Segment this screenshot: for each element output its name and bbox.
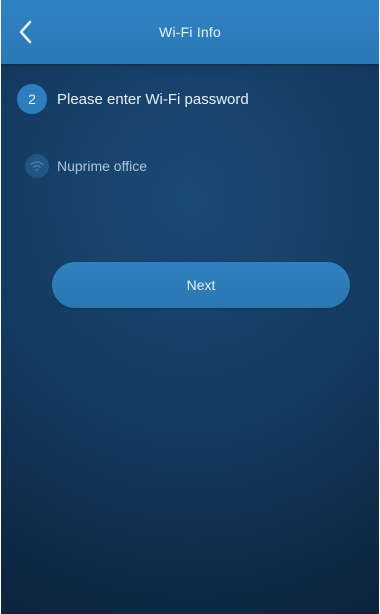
step-text: Please enter Wi-Fi password: [57, 90, 249, 108]
step-number-badge: 2: [17, 84, 47, 114]
step-instruction: 2 Please enter Wi-Fi password: [17, 84, 249, 114]
back-button[interactable]: [9, 14, 43, 50]
wifi-icon: [25, 154, 49, 178]
network-name: Nuprime office: [57, 158, 148, 174]
next-button[interactable]: Next: [52, 262, 350, 308]
chevron-left-icon: [19, 20, 32, 44]
page-title: Wi-Fi Info: [159, 24, 221, 40]
top-bar: Wi-Fi Info: [1, 0, 379, 64]
network-item[interactable]: Nuprime office: [25, 152, 147, 180]
app-screen: Wi-Fi Info 2 Please enter Wi-Fi password…: [1, 0, 379, 614]
